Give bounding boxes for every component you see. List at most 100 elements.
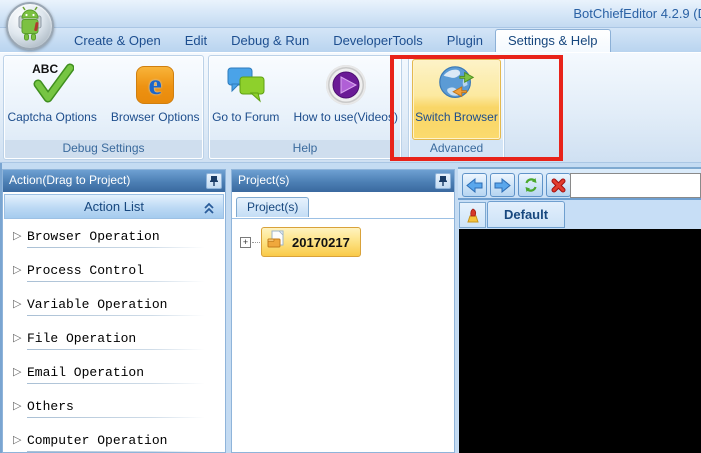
expander-triangle-icon[interactable]: ▷ <box>13 433 21 446</box>
tab-developer-tools[interactable]: DeveloperTools <box>321 30 435 52</box>
item-divider <box>27 349 205 350</box>
project-file-icon <box>266 230 286 254</box>
refresh-button[interactable] <box>518 173 543 197</box>
forward-arrow-icon <box>494 178 511 193</box>
project-tab-row: Project(s) <box>232 195 454 219</box>
window-title: BotChiefEditor 4.2.9 (D <box>573 6 701 21</box>
action-panel-titlebar: Action(Drag to Project) <box>3 170 225 192</box>
pin-button[interactable] <box>435 173 451 189</box>
browser-tab-row: Default <box>458 200 701 229</box>
action-list-header[interactable]: Action List <box>4 194 224 219</box>
pin-icon <box>209 175 219 187</box>
captcha-options-button[interactable]: ABC Captcha Options <box>1 60 102 140</box>
expander-triangle-icon[interactable]: ▷ <box>13 365 21 378</box>
action-list-header-label: Action List <box>84 199 144 214</box>
expander-triangle-icon[interactable]: ▷ <box>13 229 21 242</box>
globe-switch-icon <box>435 62 479 108</box>
browser-nav-toolbar <box>458 167 701 200</box>
captcha-check-icon: ABC <box>30 62 74 108</box>
title-bar: BotChiefEditor 4.2.9 (D <box>0 0 701 28</box>
clean-brush-icon <box>465 208 481 223</box>
url-input[interactable] <box>570 173 701 198</box>
ie-browser-icon: e <box>133 62 177 108</box>
switch-browser-button[interactable]: Switch Browser <box>412 59 501 140</box>
tree-expand-button[interactable]: + <box>240 237 251 248</box>
captcha-options-label: Captcha Options <box>7 110 96 124</box>
pin-icon <box>438 175 448 187</box>
action-item-label: Others <box>27 399 74 414</box>
expander-triangle-icon[interactable]: ▷ <box>13 297 21 310</box>
browser-viewport[interactable] <box>459 229 701 453</box>
action-item-computer-operation[interactable]: ▷ Computer Operation <box>3 424 225 452</box>
action-item-label: Computer Operation <box>27 433 167 448</box>
action-item-label: Email Operation <box>27 365 144 380</box>
expander-triangle-icon[interactable]: ▷ <box>13 399 21 412</box>
tree-connector <box>252 242 260 243</box>
forward-button[interactable] <box>490 173 515 197</box>
refresh-icon <box>523 177 539 193</box>
app-menu-orb[interactable] <box>6 2 54 50</box>
collapse-chevron-icon[interactable] <box>203 199 215 222</box>
group-label-advanced: Advanced <box>410 140 503 158</box>
item-divider <box>27 383 205 384</box>
ribbon-group-advanced: Switch Browser Advanced <box>408 55 505 160</box>
action-item-browser-operation[interactable]: ▷ Browser Operation <box>3 220 225 254</box>
action-item-label: Variable Operation <box>27 297 167 312</box>
app-window: BotChiefEditor 4.2.9 (D Create <box>0 0 701 453</box>
how-to-use-button[interactable]: How to use(Videos) <box>287 60 404 140</box>
project-tree-item[interactable]: 20170217 <box>261 227 361 257</box>
pin-button[interactable] <box>206 173 222 189</box>
how-to-use-label: How to use(Videos) <box>293 110 398 124</box>
browser-panel: Default <box>458 167 701 453</box>
ribbon-tab-bar: Create & Open Edit Debug & Run Developer… <box>0 28 701 52</box>
action-item-file-operation[interactable]: ▷ File Operation <box>3 322 225 356</box>
item-divider <box>27 315 205 316</box>
tab-plugin[interactable]: Plugin <box>435 30 495 52</box>
tab-create-open[interactable]: Create & Open <box>62 30 173 52</box>
tab-default[interactable]: Default <box>487 201 565 228</box>
tab-edit[interactable]: Edit <box>173 30 219 52</box>
action-item-process-control[interactable]: ▷ Process Control <box>3 254 225 288</box>
expander-triangle-icon[interactable]: ▷ <box>13 263 21 276</box>
close-x-icon <box>551 178 566 193</box>
item-divider <box>27 451 205 452</box>
project-tree-row: + 20170217 <box>240 227 454 257</box>
ie-letter: e <box>149 70 162 100</box>
item-divider <box>27 247 205 248</box>
action-item-email-operation[interactable]: ▷ Email Operation <box>3 356 225 390</box>
tab-projects[interactable]: Project(s) <box>236 197 309 217</box>
group-label-help: Help <box>210 140 400 158</box>
tab-debug-run[interactable]: Debug & Run <box>219 30 321 52</box>
forum-chat-icon <box>224 62 268 108</box>
action-item-variable-operation[interactable]: ▷ Variable Operation <box>3 288 225 322</box>
ribbon-group-debug-settings: ABC Captcha Options e Browser Options D <box>3 55 204 160</box>
action-item-others[interactable]: ▷ Others <box>3 390 225 424</box>
item-divider <box>27 417 205 418</box>
back-arrow-icon <box>466 178 483 193</box>
browser-options-label: Browser Options <box>111 110 200 124</box>
project-panel-titlebar: Project(s) <box>232 170 454 192</box>
expander-triangle-icon[interactable]: ▷ <box>13 331 21 344</box>
stop-close-button[interactable] <box>546 173 571 197</box>
item-divider <box>27 281 205 282</box>
project-panel-title: Project(s) <box>238 173 289 187</box>
abc-label: ABC <box>32 62 58 76</box>
action-item-label: Browser Operation <box>27 229 160 244</box>
robot-logo-icon <box>13 6 47 47</box>
video-play-icon <box>324 62 368 108</box>
action-panel: Action(Drag to Project) Action List ▷ <box>2 169 226 453</box>
clean-tab-button[interactable] <box>459 202 486 228</box>
go-to-forum-label: Go to Forum <box>212 110 279 124</box>
project-tree-item-label: 20170217 <box>292 235 350 250</box>
project-panel: Project(s) Project(s) + <box>231 169 455 453</box>
action-panel-title: Action(Drag to Project) <box>9 173 130 187</box>
action-item-label: File Operation <box>27 331 136 346</box>
browser-options-button[interactable]: e Browser Options <box>105 60 206 140</box>
switch-browser-label: Switch Browser <box>415 110 498 124</box>
action-list: ▷ Browser Operation ▷ Process Control ▷ … <box>3 220 225 452</box>
back-button[interactable] <box>462 173 487 197</box>
go-to-forum-button[interactable]: Go to Forum <box>206 60 285 140</box>
ribbon-group-help: Go to Forum How to <box>208 55 402 160</box>
group-label-debug-settings: Debug Settings <box>5 140 202 158</box>
tab-settings-help[interactable]: Settings & Help <box>495 29 611 52</box>
